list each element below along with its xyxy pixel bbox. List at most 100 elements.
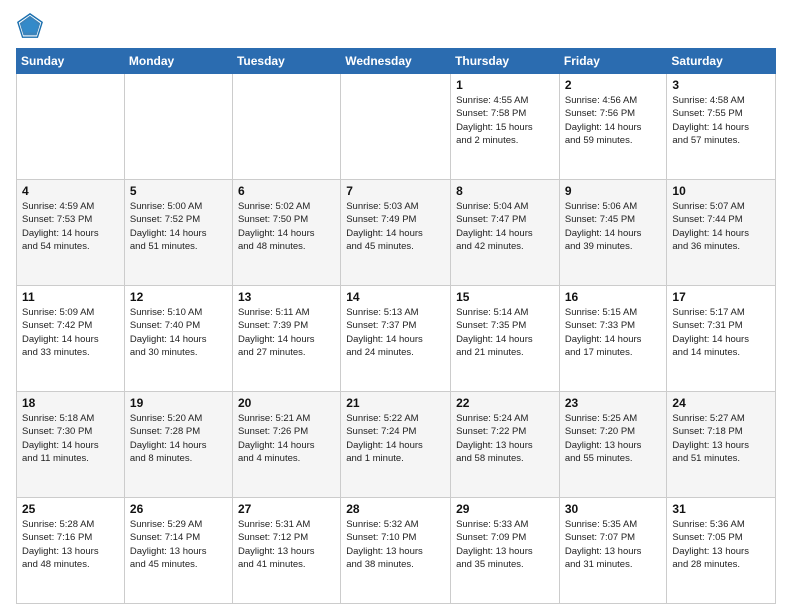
calendar-cell: 15 Sunrise: 5:14 AM Sunset: 7:35 PM Dayli… (451, 286, 560, 392)
day-header-tuesday: Tuesday (232, 49, 340, 74)
day-info: Sunrise: 5:21 AM Sunset: 7:26 PM Dayligh… (238, 412, 335, 465)
calendar-cell: 7 Sunrise: 5:03 AM Sunset: 7:49 PM Daylig… (341, 180, 451, 286)
calendar-cell (17, 74, 125, 180)
day-info: Sunrise: 5:20 AM Sunset: 7:28 PM Dayligh… (130, 412, 227, 465)
week-row-2: 4 Sunrise: 4:59 AM Sunset: 7:53 PM Daylig… (17, 180, 776, 286)
calendar-cell: 6 Sunrise: 5:02 AM Sunset: 7:50 PM Daylig… (232, 180, 340, 286)
day-info: Sunrise: 5:07 AM Sunset: 7:44 PM Dayligh… (672, 200, 770, 253)
day-info: Sunrise: 5:03 AM Sunset: 7:49 PM Dayligh… (346, 200, 445, 253)
day-info: Sunrise: 5:00 AM Sunset: 7:52 PM Dayligh… (130, 200, 227, 253)
day-info: Sunrise: 5:04 AM Sunset: 7:47 PM Dayligh… (456, 200, 554, 253)
day-info: Sunrise: 5:13 AM Sunset: 7:37 PM Dayligh… (346, 306, 445, 359)
day-number: 13 (238, 290, 335, 304)
day-info: Sunrise: 4:55 AM Sunset: 7:58 PM Dayligh… (456, 94, 554, 147)
day-number: 18 (22, 396, 119, 410)
day-info: Sunrise: 5:10 AM Sunset: 7:40 PM Dayligh… (130, 306, 227, 359)
day-number: 25 (22, 502, 119, 516)
calendar: SundayMondayTuesdayWednesdayThursdayFrid… (16, 48, 776, 604)
calendar-cell: 12 Sunrise: 5:10 AM Sunset: 7:40 PM Dayli… (124, 286, 232, 392)
calendar-cell: 19 Sunrise: 5:20 AM Sunset: 7:28 PM Dayli… (124, 392, 232, 498)
week-row-1: 1 Sunrise: 4:55 AM Sunset: 7:58 PM Daylig… (17, 74, 776, 180)
calendar-cell (232, 74, 340, 180)
week-row-3: 11Sunrise: 5:09 AM Sunset: 7:42 PM Dayli… (17, 286, 776, 392)
day-number: 12 (130, 290, 227, 304)
day-number: 7 (346, 184, 445, 198)
logo (16, 12, 48, 40)
day-number: 22 (456, 396, 554, 410)
day-header-saturday: Saturday (667, 49, 776, 74)
day-number: 6 (238, 184, 335, 198)
day-info: Sunrise: 5:27 AM Sunset: 7:18 PM Dayligh… (672, 412, 770, 465)
day-number: 30 (565, 502, 662, 516)
day-info: Sunrise: 5:11 AM Sunset: 7:39 PM Dayligh… (238, 306, 335, 359)
day-number: 15 (456, 290, 554, 304)
day-number: 2 (565, 78, 662, 92)
calendar-cell: 3Sunrise: 4:58 AM Sunset: 7:55 PM Daylig… (667, 74, 776, 180)
day-number: 28 (346, 502, 445, 516)
calendar-cell: 9Sunrise: 5:06 AM Sunset: 7:45 PM Daylig… (559, 180, 667, 286)
day-info: Sunrise: 5:15 AM Sunset: 7:33 PM Dayligh… (565, 306, 662, 359)
calendar-cell: 22 Sunrise: 5:24 AM Sunset: 7:22 PM Dayli… (451, 392, 560, 498)
day-header-thursday: Thursday (451, 49, 560, 74)
day-info: Sunrise: 5:25 AM Sunset: 7:20 PM Dayligh… (565, 412, 662, 465)
calendar-cell: 14 Sunrise: 5:13 AM Sunset: 7:37 PM Dayli… (341, 286, 451, 392)
day-info: Sunrise: 5:32 AM Sunset: 7:10 PM Dayligh… (346, 518, 445, 571)
day-number: 19 (130, 396, 227, 410)
logo-icon (16, 12, 44, 40)
calendar-cell: 8Sunrise: 5:04 AM Sunset: 7:47 PM Daylig… (451, 180, 560, 286)
calendar-cell: 26 Sunrise: 5:29 AM Sunset: 7:14 PM Dayli… (124, 498, 232, 604)
day-info: Sunrise: 5:29 AM Sunset: 7:14 PM Dayligh… (130, 518, 227, 571)
week-row-5: 25 Sunrise: 5:28 AM Sunset: 7:16 PM Dayli… (17, 498, 776, 604)
day-info: Sunrise: 4:56 AM Sunset: 7:56 PM Dayligh… (565, 94, 662, 147)
day-info: Sunrise: 5:33 AM Sunset: 7:09 PM Dayligh… (456, 518, 554, 571)
day-number: 14 (346, 290, 445, 304)
calendar-cell: 11Sunrise: 5:09 AM Sunset: 7:42 PM Dayli… (17, 286, 125, 392)
calendar-header-row: SundayMondayTuesdayWednesdayThursdayFrid… (17, 49, 776, 74)
day-info: Sunrise: 4:59 AM Sunset: 7:53 PM Dayligh… (22, 200, 119, 253)
day-number: 16 (565, 290, 662, 304)
day-number: 26 (130, 502, 227, 516)
calendar-cell (124, 74, 232, 180)
calendar-cell: 24 Sunrise: 5:27 AM Sunset: 7:18 PM Dayli… (667, 392, 776, 498)
day-info: Sunrise: 5:24 AM Sunset: 7:22 PM Dayligh… (456, 412, 554, 465)
calendar-cell (341, 74, 451, 180)
calendar-cell: 10 Sunrise: 5:07 AM Sunset: 7:44 PM Dayli… (667, 180, 776, 286)
calendar-cell: 30 Sunrise: 5:35 AM Sunset: 7:07 PM Dayli… (559, 498, 667, 604)
calendar-cell: 25 Sunrise: 5:28 AM Sunset: 7:16 PM Dayli… (17, 498, 125, 604)
day-header-monday: Monday (124, 49, 232, 74)
day-info: Sunrise: 5:35 AM Sunset: 7:07 PM Dayligh… (565, 518, 662, 571)
day-number: 4 (22, 184, 119, 198)
day-number: 5 (130, 184, 227, 198)
day-info: Sunrise: 5:31 AM Sunset: 7:12 PM Dayligh… (238, 518, 335, 571)
calendar-cell: 27Sunrise: 5:31 AM Sunset: 7:12 PM Dayli… (232, 498, 340, 604)
day-number: 24 (672, 396, 770, 410)
day-info: Sunrise: 5:14 AM Sunset: 7:35 PM Dayligh… (456, 306, 554, 359)
day-number: 20 (238, 396, 335, 410)
calendar-cell: 23 Sunrise: 5:25 AM Sunset: 7:20 PM Dayli… (559, 392, 667, 498)
day-info: Sunrise: 5:28 AM Sunset: 7:16 PM Dayligh… (22, 518, 119, 571)
page: SundayMondayTuesdayWednesdayThursdayFrid… (0, 0, 792, 612)
calendar-cell: 29 Sunrise: 5:33 AM Sunset: 7:09 PM Dayli… (451, 498, 560, 604)
day-info: Sunrise: 5:36 AM Sunset: 7:05 PM Dayligh… (672, 518, 770, 571)
calendar-cell: 28 Sunrise: 5:32 AM Sunset: 7:10 PM Dayli… (341, 498, 451, 604)
calendar-cell: 5 Sunrise: 5:00 AM Sunset: 7:52 PM Daylig… (124, 180, 232, 286)
day-number: 29 (456, 502, 554, 516)
calendar-cell: 16 Sunrise: 5:15 AM Sunset: 7:33 PM Dayli… (559, 286, 667, 392)
day-info: Sunrise: 5:02 AM Sunset: 7:50 PM Dayligh… (238, 200, 335, 253)
calendar-cell: 31 Sunrise: 5:36 AM Sunset: 7:05 PM Dayli… (667, 498, 776, 604)
day-number: 10 (672, 184, 770, 198)
calendar-cell: 4 Sunrise: 4:59 AM Sunset: 7:53 PM Daylig… (17, 180, 125, 286)
day-info: Sunrise: 5:17 AM Sunset: 7:31 PM Dayligh… (672, 306, 770, 359)
calendar-cell: 18 Sunrise: 5:18 AM Sunset: 7:30 PM Dayli… (17, 392, 125, 498)
day-number: 23 (565, 396, 662, 410)
week-row-4: 18 Sunrise: 5:18 AM Sunset: 7:30 PM Dayli… (17, 392, 776, 498)
day-info: Sunrise: 4:58 AM Sunset: 7:55 PM Dayligh… (672, 94, 770, 147)
calendar-cell: 13 Sunrise: 5:11 AM Sunset: 7:39 PM Dayli… (232, 286, 340, 392)
day-number: 9 (565, 184, 662, 198)
day-header-wednesday: Wednesday (341, 49, 451, 74)
day-number: 1 (456, 78, 554, 92)
day-info: Sunrise: 5:18 AM Sunset: 7:30 PM Dayligh… (22, 412, 119, 465)
day-number: 31 (672, 502, 770, 516)
calendar-cell: 21Sunrise: 5:22 AM Sunset: 7:24 PM Dayli… (341, 392, 451, 498)
calendar-cell: 1 Sunrise: 4:55 AM Sunset: 7:58 PM Daylig… (451, 74, 560, 180)
